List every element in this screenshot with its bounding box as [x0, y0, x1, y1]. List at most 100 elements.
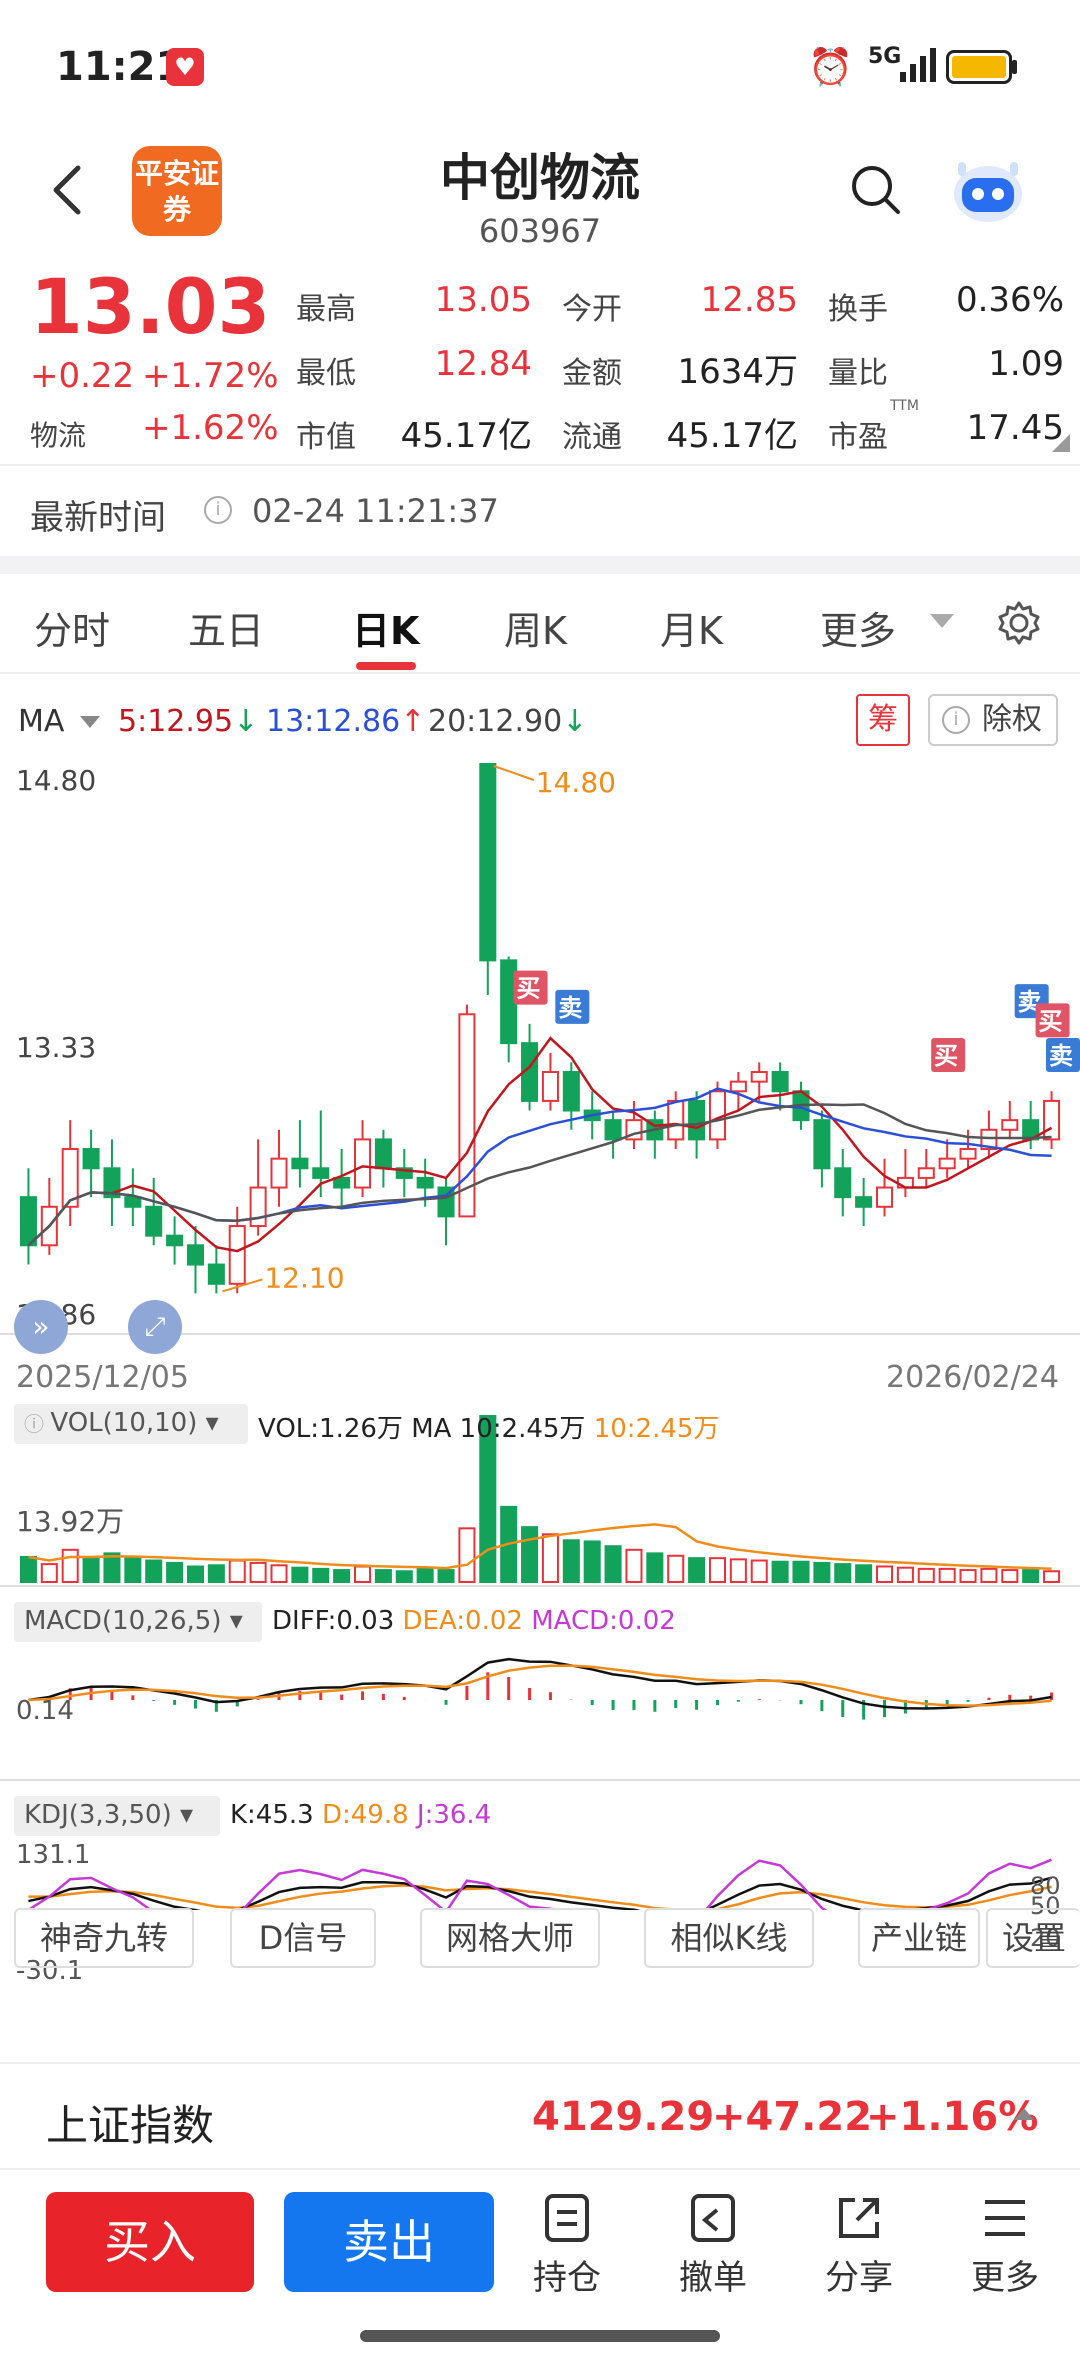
quote-label: 市值: [296, 420, 356, 455]
volume-bar: [61, 1548, 79, 1583]
update-time-value: 02-24 11:21:37: [252, 492, 499, 530]
update-time-label: 最新时间: [30, 498, 166, 538]
price-axis-tick: 14.80: [16, 764, 96, 797]
back-arrow-icon[interactable]: [40, 160, 100, 220]
vol-indicator-selector[interactable]: ⓘ VOL(10,10) ▾: [14, 1404, 248, 1444]
candle: [855, 1196, 873, 1208]
notification-app-icon: ♥: [166, 48, 204, 86]
positions-button[interactable]: 持仓: [512, 2192, 622, 2302]
kdj-indicator-selector[interactable]: KDJ(3,3,50) ▾: [14, 1796, 220, 1836]
cancel-order-button[interactable]: 撤单: [658, 2192, 768, 2302]
volume-bar: [374, 1569, 392, 1583]
macd-indicator-selector[interactable]: MACD(10,26,5) ▾: [14, 1602, 262, 1642]
ma-line: [27, 1036, 1053, 1253]
sector-label[interactable]: 物流: [30, 414, 86, 454]
volume-bar: [166, 1561, 184, 1584]
ma-dropdown-icon[interactable]: [80, 716, 100, 728]
candle: [291, 1157, 309, 1170]
ma-selector[interactable]: MA: [18, 704, 64, 739]
volume-bar: [646, 1552, 664, 1584]
fullscreen-icon[interactable]: ⤢: [128, 1300, 182, 1354]
candle: [249, 1186, 267, 1228]
status-bar: 11:21 ♥ ⏰ 5G: [0, 0, 1080, 130]
candle: [917, 1167, 935, 1179]
volume-bar: [40, 1563, 58, 1583]
volume-bar: [625, 1548, 643, 1583]
trade-signal-label: 卖: [558, 994, 582, 1022]
candle: [813, 1119, 831, 1170]
candle: [604, 1119, 622, 1141]
price-change: +0.22: [30, 356, 135, 396]
high-marker-line: [493, 765, 535, 781]
home-indicator: [360, 2330, 720, 2342]
share-button[interactable]: 分享: [804, 2192, 914, 2302]
ma20-value: 20:12.90↓: [428, 704, 587, 739]
search-icon[interactable]: [846, 160, 906, 220]
tab-more[interactable]: 更多: [820, 600, 896, 655]
price-change-percent: +1.72%: [142, 356, 279, 396]
chevron-down-icon: ▾: [171, 1800, 194, 1830]
menu-icon: [985, 2200, 1025, 2236]
divider: [0, 2168, 1080, 2170]
tab-intraday[interactable]: 分时: [34, 600, 110, 655]
volume-bar: [729, 1558, 747, 1584]
vol-ma2-value: 10:2.45万: [593, 1414, 720, 1444]
quote-value: 12.85: [700, 280, 798, 320]
candle: [207, 1263, 225, 1285]
chip-distribution-button[interactable]: 筹: [856, 694, 910, 746]
candle: [479, 763, 497, 962]
fast-forward-icon[interactable]: »: [14, 1300, 68, 1354]
sector-change[interactable]: +1.62%: [142, 408, 279, 448]
expand-corner-icon[interactable]: [1052, 434, 1070, 452]
ttm-tag: TTM: [890, 398, 919, 414]
info-icon[interactable]: i: [204, 496, 232, 524]
tool-settings[interactable]: 设置: [986, 1908, 1080, 1968]
tool-industry-chain[interactable]: 产业链: [858, 1908, 980, 1968]
trade-signal-label: 买: [1039, 1007, 1063, 1035]
candle: [771, 1071, 789, 1093]
kdj-j-line: [27, 1858, 1053, 1910]
volume-bar: [792, 1560, 810, 1583]
sell-button[interactable]: 卖出: [284, 2192, 494, 2292]
current-price: 13.03: [30, 262, 271, 351]
more-button[interactable]: 更多: [950, 2192, 1060, 2302]
volume-bar: [19, 1555, 37, 1584]
ma13-value: 13:12.86↑: [266, 704, 425, 739]
volume-bar: [333, 1569, 351, 1583]
broker-logo[interactable]: 平安证券: [132, 146, 222, 236]
quote-value: 45.17亿: [666, 416, 798, 456]
trade-signal-label: 买: [517, 975, 541, 1003]
gear-icon[interactable]: [996, 600, 1042, 646]
quote-value: 17.45: [966, 408, 1064, 448]
candle: [834, 1167, 852, 1199]
volume-bar: [228, 1559, 246, 1584]
ma13-text: 13:12.86: [266, 704, 401, 739]
document-icon: [545, 2194, 589, 2242]
tab-daily-k[interactable]: 日K: [352, 600, 419, 655]
buy-button[interactable]: 买入: [46, 2192, 254, 2292]
quote-label: 最低: [296, 356, 356, 391]
volume-bar: [980, 1567, 998, 1584]
candle: [354, 1138, 372, 1189]
tool-similar-kline[interactable]: 相似K线: [644, 1908, 814, 1968]
candle: [312, 1167, 330, 1179]
tool-grid-master[interactable]: 网格大师: [420, 1908, 600, 1968]
volume-bar: [562, 1539, 580, 1583]
tool-magic-nine[interactable]: 神奇九转: [14, 1908, 194, 1968]
tool-d-signal[interactable]: D信号: [230, 1908, 376, 1968]
quote-label: 换手: [828, 292, 888, 327]
volume-bar: [1043, 1570, 1061, 1583]
chevron-down-icon[interactable]: [930, 614, 954, 628]
trade-signal-label: 买: [934, 1042, 958, 1070]
volume-bar: [896, 1566, 914, 1583]
volume-bar: [1001, 1569, 1019, 1583]
tab-monthly-k[interactable]: 月K: [660, 600, 723, 655]
quote-value: 1.09: [988, 344, 1064, 384]
index-name[interactable]: 上证指数: [46, 2092, 214, 2153]
ai-assistant-robot-icon[interactable]: [948, 150, 1028, 230]
quote-value: 12.84: [434, 344, 532, 384]
tab-weekly-k[interactable]: 周K: [504, 600, 567, 655]
chevron-up-icon[interactable]: [1014, 2108, 1034, 2120]
more-label: 更多: [971, 2258, 1039, 2298]
tab-five-day[interactable]: 五日: [188, 600, 264, 655]
